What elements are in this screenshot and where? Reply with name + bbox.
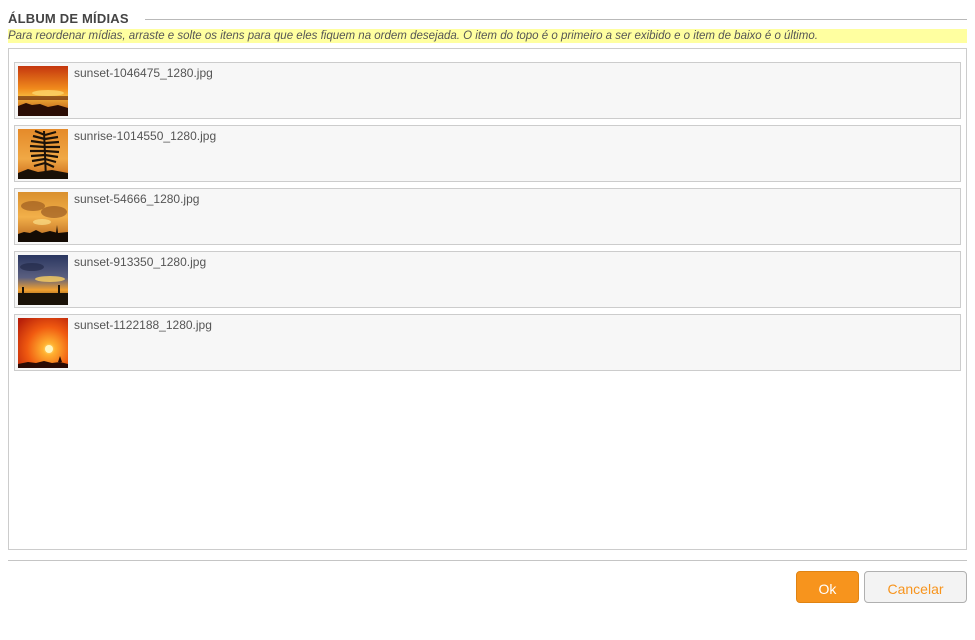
sunset-clouds-thumbnail	[18, 192, 68, 242]
ok-button[interactable]: Ok	[796, 571, 859, 603]
sunset-sky-thumbnail	[18, 255, 68, 305]
page-title: ÁLBUM DE MÍDIAS	[8, 11, 129, 26]
reorder-hint: Para reordenar mídias, arraste e solte o…	[8, 29, 967, 43]
media-filename: sunset-1046475_1280.jpg	[74, 66, 213, 80]
media-item[interactable]: sunset-1046475_1280.jpg	[14, 62, 961, 119]
media-filename: sunset-913350_1280.jpg	[74, 255, 207, 269]
title-divider	[145, 19, 967, 20]
sunset-thumbnail	[18, 66, 68, 116]
media-item[interactable]: sunrise-1014550_1280.jpg	[14, 125, 961, 182]
media-album-dialog: ÁLBUM DE MÍDIAS Para reordenar mídias, a…	[0, 0, 975, 640]
media-filename: sunset-1122188_1280.jpg	[74, 318, 212, 332]
media-item[interactable]: sunset-1122188_1280.jpg	[14, 314, 961, 371]
footer-divider	[8, 560, 967, 561]
media-item[interactable]: sunset-913350_1280.jpg	[14, 251, 961, 308]
album-header: ÁLBUM DE MÍDIAS	[8, 10, 967, 28]
media-filename: sunset-54666_1280.jpg	[74, 192, 200, 206]
sunset-sun-thumbnail	[18, 318, 68, 368]
media-item[interactable]: sunset-54666_1280.jpg	[14, 188, 961, 245]
media-sortable-list: sunset-1046475_1280.jpg sunrise-1014550_…	[8, 48, 967, 550]
sunrise-fern-thumbnail	[18, 129, 68, 179]
cancel-button[interactable]: Cancelar	[864, 571, 967, 603]
media-filename: sunrise-1014550_1280.jpg	[74, 129, 217, 143]
